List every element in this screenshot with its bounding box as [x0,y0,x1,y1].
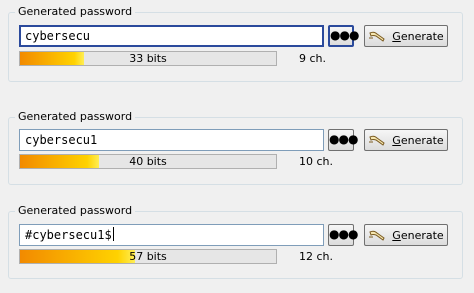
password-group-3: Generated password #cybersecu1$ ●●● Gene… [8,204,463,279]
strength-label: 57 bits [129,250,167,263]
strength-bar: 57 bits [19,249,277,264]
show-password-button[interactable]: ●●● [328,224,358,246]
group-title: Generated password [15,204,136,218]
length-label: 12 ch. [299,250,334,263]
length-label: 10 ch. [299,155,334,168]
show-password-button[interactable]: ●●● [328,129,358,151]
generate-button[interactable]: Generate [364,224,448,246]
group-title: Generated password [15,5,136,19]
password-group-2: Generated password cybersecu1 ●●● Genera… [8,110,463,185]
strength-bar: 33 bits [19,51,277,66]
magic-wand-icon [369,135,385,146]
generate-label: Generate [392,228,444,242]
show-password-button[interactable]: ●●● [328,25,359,47]
generate-button[interactable]: Generate [364,129,448,151]
magic-wand-icon [369,230,385,241]
strength-label: 33 bits [129,52,167,65]
text-caret [112,227,114,241]
password-field[interactable]: cybersecu [19,25,324,47]
password-field[interactable]: cybersecu1 [19,129,324,151]
generate-button[interactable]: Generate [364,25,448,47]
password-field[interactable]: #cybersecu1$ [19,224,324,246]
strength-bar: 40 bits [19,154,277,169]
password-group-1: Generated password cybersecu ●●● Generat… [8,5,463,82]
strength-label: 40 bits [129,155,167,168]
generate-label: Generate [392,133,444,147]
generate-label: Generate [392,29,444,43]
magic-wand-icon [369,31,385,42]
length-label: 9 ch. [299,52,327,65]
group-title: Generated password [15,110,136,124]
password-text: #cybersecu1$ [25,228,112,242]
